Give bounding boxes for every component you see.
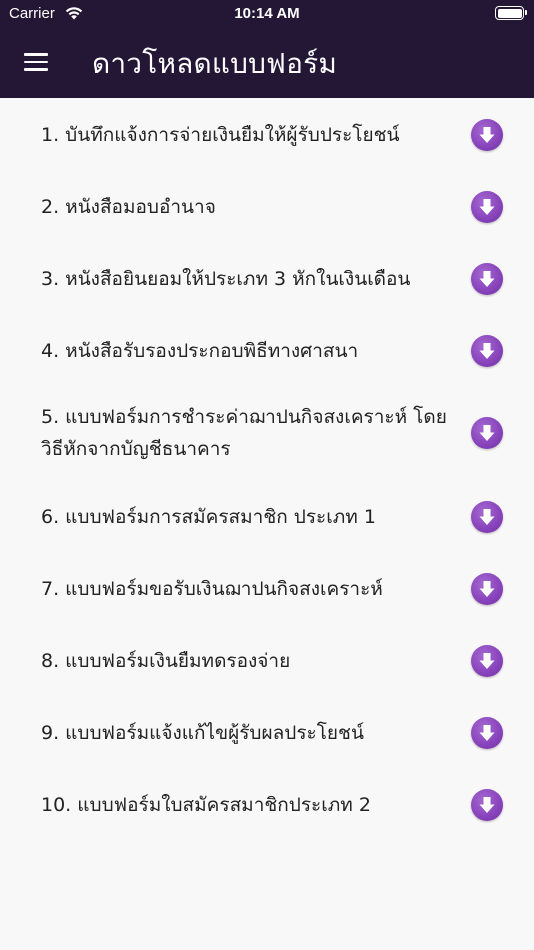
form-item-label: 1. บันทึกแจ้งการจ่ายเงินยืมให้ผู้รับประโ… (41, 124, 400, 146)
form-item-label: 5. แบบฟอร์มการชำระค่าฌาปนกิจสงเคราะห์ โด… (41, 406, 447, 460)
form-item-label: 9. แบบฟอร์มแจ้งแก้ไขผู้รับผลประโยชน์ (41, 722, 364, 744)
form-item-label: 6. แบบฟอร์มการสมัครสมาชิก ประเภท 1 (41, 506, 376, 528)
form-list-item[interactable]: 5. แบบฟอร์มการชำระค่าฌาปนกิจสงเคราะห์ โด… (0, 387, 534, 479)
form-item-label: 8. แบบฟอร์มเงินยืมทดรองจ่าย (41, 650, 291, 672)
status-time: 10:14 AM (234, 5, 300, 22)
download-icon[interactable] (471, 417, 503, 449)
download-icon[interactable] (471, 263, 503, 295)
form-item-label: 7. แบบฟอร์มขอรับเงินฌาปนกิจสงเคราะห์ (41, 578, 383, 600)
download-icon[interactable] (471, 573, 503, 605)
form-item-label: 10. แบบฟอร์มใบสมัครสมาชิกประเภท 2 (41, 794, 371, 816)
app-header: Carrier 10:14 AM ดาวโหลดแบบฟอร์ม (0, 0, 534, 98)
download-icon[interactable] (471, 645, 503, 677)
hamburger-menu-icon[interactable] (22, 50, 50, 74)
form-list-item[interactable]: 8. แบบฟอร์มเงินยืมทดรองจ่าย (0, 625, 534, 697)
form-item-label: 3. หนังสือยินยอมให้ประเภท 3 หักในเงินเดื… (41, 268, 411, 290)
form-list-item[interactable]: 1. บันทึกแจ้งการจ่ายเงินยืมให้ผู้รับประโ… (0, 99, 534, 171)
form-list-item[interactable]: 10. แบบฟอร์มใบสมัครสมาชิกประเภท 2 (0, 769, 534, 841)
form-list-item[interactable]: 9. แบบฟอร์มแจ้งแก้ไขผู้รับผลประโยชน์ (0, 697, 534, 769)
form-item-label: 2. หนังสือมอบอำนาจ (41, 196, 216, 218)
form-list-item[interactable]: 3. หนังสือยินยอมให้ประเภท 3 หักในเงินเดื… (0, 243, 534, 315)
page-title: ดาวโหลดแบบฟอร์ม (92, 47, 337, 80)
download-icon[interactable] (471, 789, 503, 821)
form-item-label: 4. หนังสือรับรองประกอบพิธีทางศาสนา (41, 340, 359, 362)
download-icon[interactable] (471, 501, 503, 533)
battery-icon (495, 6, 527, 20)
form-list-item[interactable]: 7. แบบฟอร์มขอรับเงินฌาปนกิจสงเคราะห์ (0, 553, 534, 625)
form-list-item[interactable]: 2. หนังสือมอบอำนาจ (0, 171, 534, 243)
download-icon[interactable] (471, 335, 503, 367)
download-icon[interactable] (471, 119, 503, 151)
form-list-item[interactable]: 4. หนังสือรับรองประกอบพิธีทางศาสนา (0, 315, 534, 387)
download-icon[interactable] (471, 191, 503, 223)
status-bar: Carrier 10:14 AM (0, 0, 534, 28)
form-list-item[interactable]: 6. แบบฟอร์มการสมัครสมาชิก ประเภท 1 (0, 481, 534, 553)
download-icon[interactable] (471, 717, 503, 749)
